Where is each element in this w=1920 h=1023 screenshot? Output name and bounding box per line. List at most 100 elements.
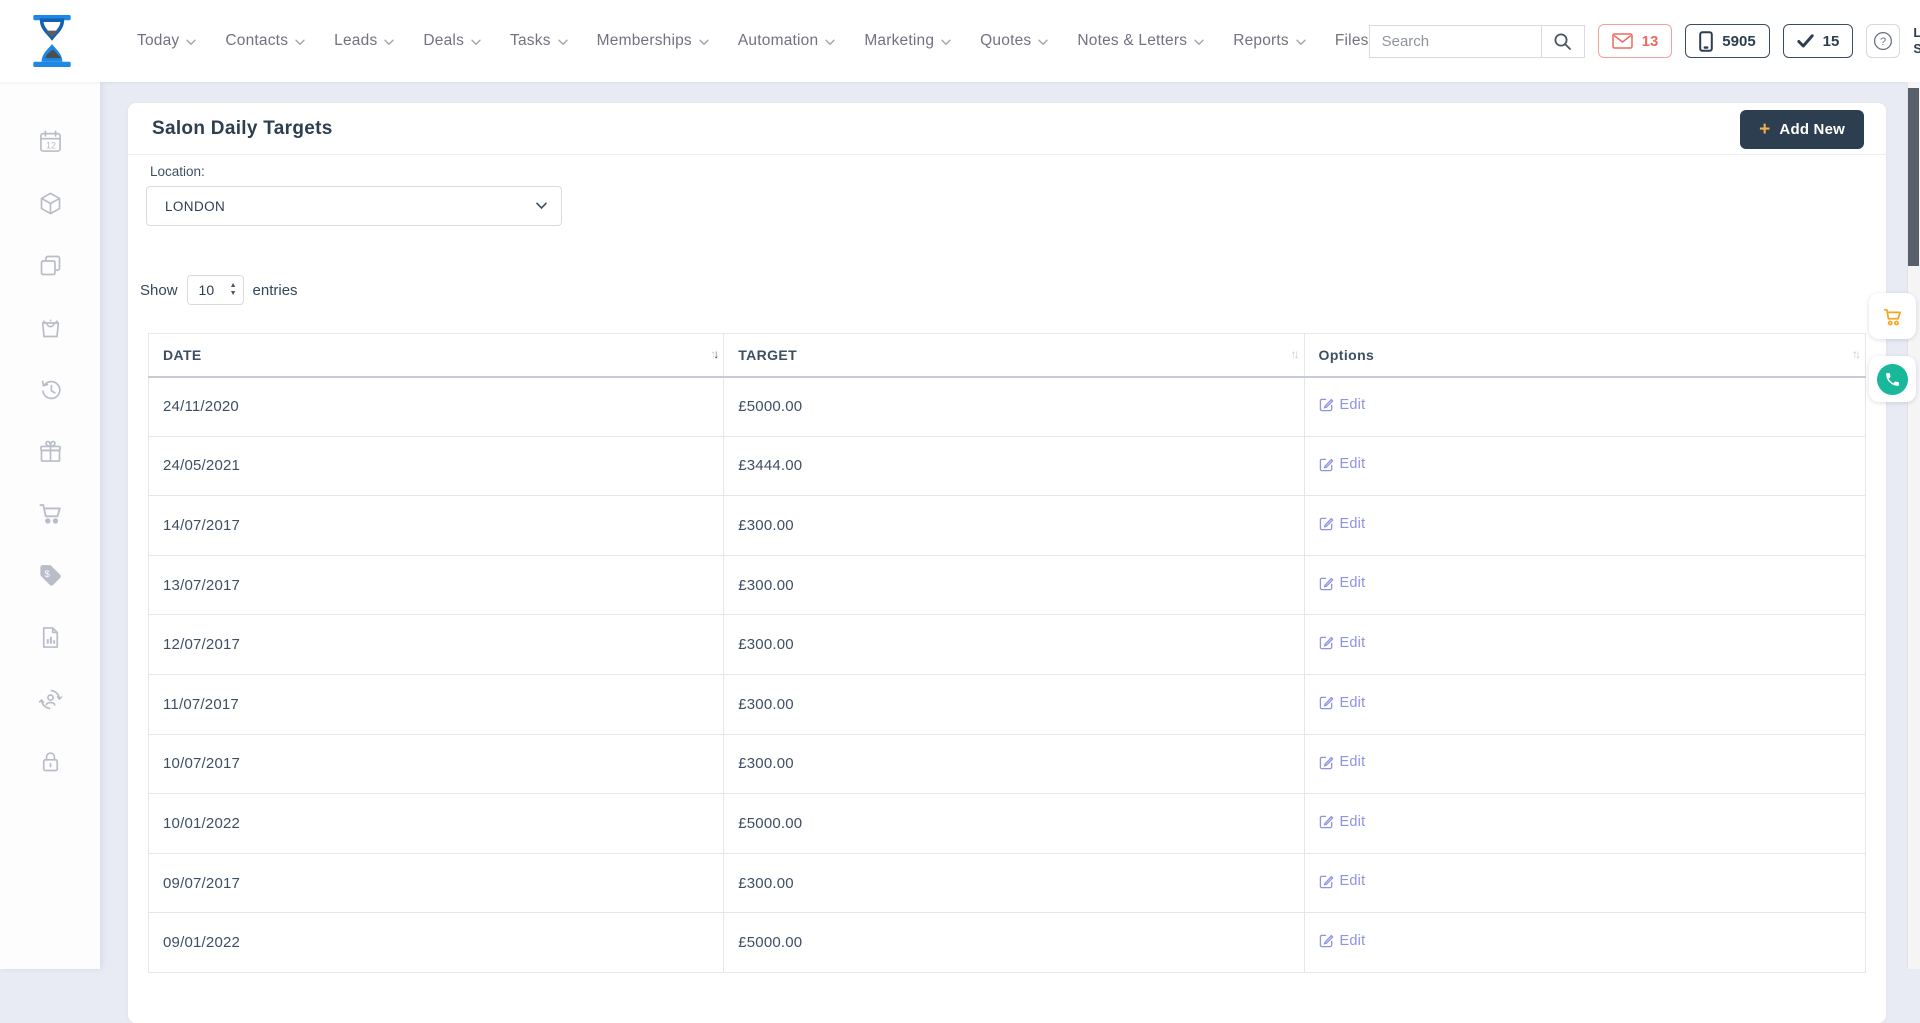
table-row: 12/07/2017 £300.00 Edit bbox=[149, 615, 1866, 675]
edit-icon bbox=[1319, 397, 1334, 412]
table-row: 24/11/2020 £5000.00 Edit bbox=[149, 377, 1866, 437]
search-input[interactable] bbox=[1370, 26, 1541, 57]
edit-link[interactable]: Edit bbox=[1319, 873, 1366, 889]
price-tag-icon: $ bbox=[37, 562, 64, 589]
sidebar-item-cart[interactable] bbox=[36, 499, 64, 527]
cube-icon bbox=[37, 190, 64, 217]
edit-link[interactable]: Edit bbox=[1319, 516, 1366, 532]
sidebar-item-gift[interactable] bbox=[36, 437, 64, 465]
nav-deals[interactable]: Deals bbox=[423, 32, 481, 50]
page-length-wrap: 10 ▲▼ bbox=[187, 275, 244, 305]
nav-tasks[interactable]: Tasks bbox=[510, 32, 568, 50]
sidebar-item-products[interactable] bbox=[36, 189, 64, 217]
nav-notes-letters[interactable]: Notes & Letters bbox=[1077, 32, 1204, 50]
chevron-down-icon bbox=[699, 39, 709, 46]
location-label: Location: bbox=[150, 164, 1876, 179]
sidebar-item-security[interactable] bbox=[36, 747, 64, 775]
table-row: 13/07/2017 £300.00 Edit bbox=[149, 555, 1866, 615]
location-select-wrap: LONDON bbox=[146, 186, 562, 226]
calls-badge[interactable]: 5905 bbox=[1685, 24, 1769, 58]
sidebar: 12 $ bbox=[0, 82, 100, 969]
date-cell: 13/07/2017 bbox=[149, 555, 724, 615]
options-cell: Edit bbox=[1304, 436, 1865, 496]
targets-table-body: 24/11/2020 £5000.00 Edit 24/05/2021 £344… bbox=[149, 377, 1866, 973]
column-header-options[interactable]: Options ↑↓ bbox=[1304, 334, 1865, 377]
padlock-icon bbox=[37, 748, 64, 775]
edit-icon bbox=[1319, 457, 1334, 472]
card-header: Salon Daily Targets + Add New bbox=[128, 103, 1886, 155]
floating-cart-button[interactable] bbox=[1869, 293, 1916, 339]
nav-quotes[interactable]: Quotes bbox=[980, 32, 1048, 50]
card-body: Location: LONDON Show 10 ▲▼ entries bbox=[128, 164, 1886, 973]
sort-icon: ↑↓ bbox=[710, 347, 716, 361]
app-logo[interactable] bbox=[31, 14, 73, 68]
sidebar-item-shopping-bag[interactable] bbox=[36, 313, 64, 341]
nav-memberships[interactable]: Memberships bbox=[597, 32, 709, 50]
page-length-select[interactable]: 10 bbox=[187, 275, 244, 305]
svg-text:12: 12 bbox=[46, 140, 56, 150]
edit-link[interactable]: Edit bbox=[1319, 814, 1366, 830]
sidebar-item-duplicates[interactable] bbox=[36, 251, 64, 279]
options-cell: Edit bbox=[1304, 853, 1865, 913]
help-button[interactable]: ? bbox=[1866, 24, 1900, 58]
edit-link[interactable]: Edit bbox=[1319, 754, 1366, 770]
nav-contacts[interactable]: Contacts bbox=[225, 32, 305, 50]
cart-icon bbox=[37, 500, 64, 527]
sidebar-item-reports[interactable] bbox=[36, 623, 64, 651]
floating-phone-button[interactable] bbox=[1869, 356, 1916, 402]
checkmark-icon bbox=[1797, 34, 1814, 48]
scrollbar-thumb[interactable] bbox=[1908, 88, 1919, 266]
nav-reports[interactable]: Reports bbox=[1233, 32, 1306, 50]
chevron-down-icon bbox=[186, 39, 196, 46]
nav-automation[interactable]: Automation bbox=[738, 32, 835, 50]
history-clock-icon bbox=[37, 376, 64, 403]
sidebar-item-pricing[interactable]: $ bbox=[36, 561, 64, 589]
chevron-down-icon bbox=[558, 39, 568, 46]
messages-badge[interactable]: 13 bbox=[1598, 24, 1673, 58]
column-header-date[interactable]: DATE ↑↓ bbox=[149, 334, 724, 377]
date-cell: 10/01/2022 bbox=[149, 794, 724, 854]
svg-text:?: ? bbox=[1880, 36, 1886, 48]
show-label: Show bbox=[140, 282, 178, 299]
column-header-target[interactable]: TARGET ↑↓ bbox=[724, 334, 1304, 377]
scrollbar-track[interactable] bbox=[1907, 82, 1920, 969]
report-document-icon bbox=[37, 624, 64, 651]
target-cell: £5000.00 bbox=[724, 913, 1304, 973]
edit-icon bbox=[1319, 814, 1334, 829]
table-row: 11/07/2017 £300.00 Edit bbox=[149, 674, 1866, 734]
date-cell: 09/01/2022 bbox=[149, 913, 724, 973]
edit-link[interactable]: Edit bbox=[1319, 933, 1366, 949]
table-row: 14/07/2017 £300.00 Edit bbox=[149, 496, 1866, 556]
edit-link[interactable]: Edit bbox=[1319, 695, 1366, 711]
nav-leads[interactable]: Leads bbox=[334, 32, 394, 50]
search-button[interactable] bbox=[1542, 26, 1584, 57]
phone-icon bbox=[1884, 371, 1901, 388]
edit-link[interactable]: Edit bbox=[1319, 635, 1366, 651]
chevron-down-icon bbox=[384, 39, 394, 46]
target-cell: £300.00 bbox=[724, 853, 1304, 913]
nav-marketing[interactable]: Marketing bbox=[864, 32, 951, 50]
sidebar-item-account-sync[interactable] bbox=[36, 685, 64, 713]
options-cell: Edit bbox=[1304, 615, 1865, 675]
edit-link[interactable]: Edit bbox=[1319, 575, 1366, 591]
nav-files[interactable]: Files bbox=[1335, 32, 1369, 50]
sidebar-item-history[interactable] bbox=[36, 375, 64, 403]
target-cell: £3444.00 bbox=[724, 436, 1304, 496]
options-cell: Edit bbox=[1304, 734, 1865, 794]
options-cell: Edit bbox=[1304, 913, 1865, 973]
edit-link[interactable]: Edit bbox=[1319, 456, 1366, 472]
gift-icon bbox=[37, 438, 64, 465]
tasks-badge[interactable]: 15 bbox=[1783, 24, 1854, 58]
sort-icon: ↑↓ bbox=[1291, 347, 1297, 361]
date-cell: 24/05/2021 bbox=[149, 436, 724, 496]
chevron-down-icon bbox=[471, 39, 481, 46]
sidebar-item-calendar[interactable]: 12 bbox=[36, 127, 64, 155]
page-title: Salon Daily Targets bbox=[152, 118, 333, 140]
location-select[interactable]: LONDON bbox=[146, 186, 562, 226]
chevron-down-icon bbox=[941, 39, 951, 46]
edit-link[interactable]: Edit bbox=[1319, 397, 1366, 413]
edit-icon bbox=[1319, 576, 1334, 591]
nav-today[interactable]: Today bbox=[137, 32, 196, 50]
table-row: 09/07/2017 £300.00 Edit bbox=[149, 853, 1866, 913]
add-new-button[interactable]: + Add New bbox=[1740, 110, 1864, 149]
